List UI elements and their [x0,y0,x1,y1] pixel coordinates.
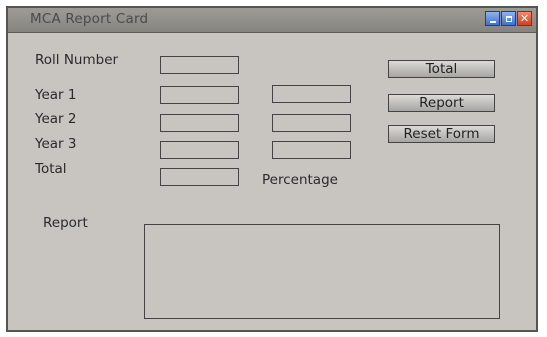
window-controls: ✕ [484,11,532,26]
percentage-label: Percentage [262,172,338,188]
year2-percentage-field[interactable] [272,114,351,132]
year3-percentage-field[interactable] [272,141,351,159]
report-textarea[interactable] [144,224,500,319]
window-title: MCA Report Card [30,11,149,27]
year2-field[interactable] [160,114,239,132]
year2-label: Year 2 [35,111,77,127]
report-label: Report [43,215,88,231]
total-field[interactable] [160,168,239,186]
year1-field[interactable] [160,86,239,104]
minimize-icon[interactable] [485,11,500,26]
report-card-window: MCA Report Card ✕ Roll Number Year 1 Yea… [6,6,538,332]
roll-number-field[interactable] [160,56,239,74]
close-icon[interactable]: ✕ [517,11,532,26]
roll-number-label: Roll Number [35,52,119,68]
maximize-icon[interactable] [501,11,516,26]
year3-label: Year 3 [35,136,77,152]
year1-percentage-field[interactable] [272,85,351,103]
year1-label: Year 1 [35,87,77,103]
total-button[interactable]: Total [388,60,495,78]
report-button[interactable]: Report [388,94,495,112]
reset-form-button[interactable]: Reset Form [388,125,495,143]
year3-field[interactable] [160,141,239,159]
title-bar[interactable]: MCA Report Card ✕ [8,8,536,33]
total-label: Total [35,161,67,177]
